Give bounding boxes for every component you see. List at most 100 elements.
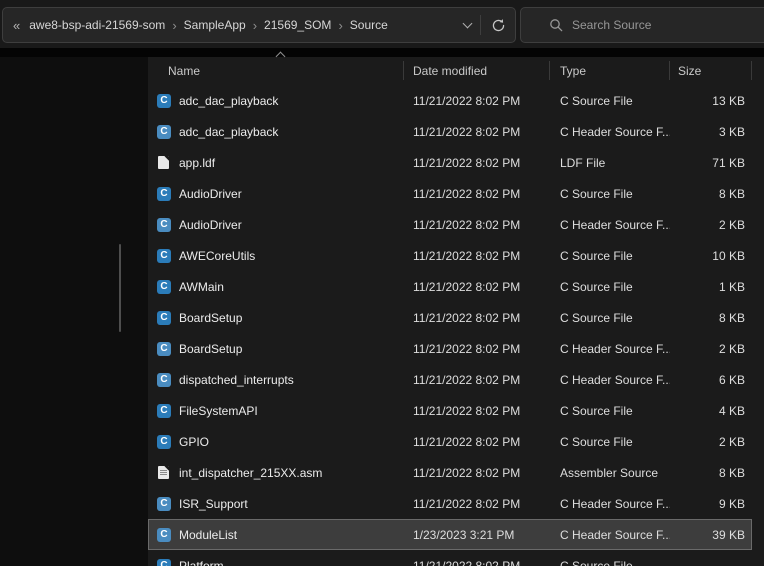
- file-size: 39 KB: [670, 528, 752, 542]
- file-date-modified: 11/21/2022 8:02 PM: [404, 187, 550, 201]
- file-row[interactable]: C adc_dac_playback 11/21/2022 8:02 PM C …: [148, 85, 752, 116]
- column-header-name[interactable]: Name: [148, 64, 404, 78]
- file-type: C Source File: [550, 280, 670, 294]
- file-name: Platform: [179, 559, 224, 566]
- file-name: dispatched_interrupts: [179, 373, 294, 387]
- file-row[interactable]: C BoardSetup 11/21/2022 8:02 PM C Source…: [148, 302, 752, 333]
- file-row[interactable]: C ISR_Support 11/21/2022 8:02 PM C Heade…: [148, 488, 752, 519]
- file-row[interactable]: C ModuleList 1/23/2023 3:21 PM C Header …: [148, 519, 752, 550]
- navigation-pane: [0, 57, 148, 566]
- file-size: 8 KB: [670, 466, 752, 480]
- breadcrumb-separator-icon[interactable]: ›: [336, 18, 344, 33]
- search-icon: [549, 18, 563, 32]
- column-header-type[interactable]: Type: [550, 64, 670, 78]
- file-date-modified: 11/21/2022 8:02 PM: [404, 218, 550, 232]
- file-name: BoardSetup: [179, 311, 242, 325]
- file-type: C Source File: [550, 249, 670, 263]
- file-row[interactable]: C dispatched_interrupts 11/21/2022 8:02 …: [148, 364, 752, 395]
- column-separator[interactable]: [669, 61, 670, 80]
- file-row[interactable]: C AudioDriver 11/21/2022 8:02 PM C Sourc…: [148, 178, 752, 209]
- breadcrumb-segment[interactable]: 21569_SOM: [259, 15, 336, 35]
- refresh-button[interactable]: [481, 18, 515, 33]
- file-row[interactable]: C Platform 11/21/2022 8:02 PM C Source F…: [148, 550, 752, 566]
- file-date-modified: 11/21/2022 8:02 PM: [404, 94, 550, 108]
- c-source-icon: C: [157, 404, 171, 418]
- file-row[interactable]: C BoardSetup 11/21/2022 8:02 PM C Header…: [148, 333, 752, 364]
- c-source-icon: C: [157, 559, 171, 566]
- file-name: AudioDriver: [179, 187, 242, 201]
- file-date-modified: 11/21/2022 8:02 PM: [404, 311, 550, 325]
- search-box[interactable]: [520, 7, 764, 43]
- navigation-bar: « awe8-bsp-adi-21569-som›SampleApp›21569…: [0, 0, 764, 48]
- file-row[interactable]: C GPIO 11/21/2022 8:02 PM C Source File …: [148, 426, 752, 457]
- file-date-modified: 11/21/2022 8:02 PM: [404, 559, 550, 566]
- c-header-icon: C: [157, 497, 171, 511]
- file-date-modified: 11/21/2022 8:02 PM: [404, 342, 550, 356]
- file-name: adc_dac_playback: [179, 125, 278, 139]
- file-size: 2 KB: [670, 342, 752, 356]
- column-headers: Name Date modified Type Size: [148, 57, 752, 84]
- file-size: 3 KB: [670, 125, 752, 139]
- file-name: GPIO: [179, 435, 209, 449]
- breadcrumb-segment[interactable]: awe8-bsp-adi-21569-som: [24, 15, 170, 35]
- file-size: 4 KB: [670, 404, 752, 418]
- file-explorer-window: « awe8-bsp-adi-21569-som›SampleApp›21569…: [0, 0, 764, 566]
- column-header-date-modified[interactable]: Date modified: [404, 64, 550, 78]
- c-source-icon: C: [157, 311, 171, 325]
- file-type: C Header Source F...: [550, 125, 670, 139]
- c-header-icon: C: [157, 373, 171, 387]
- file-name: AudioDriver: [179, 218, 242, 232]
- file-date-modified: 11/21/2022 8:02 PM: [404, 249, 550, 263]
- file-type: C Source File: [550, 435, 670, 449]
- file-size: 10 KB: [670, 249, 752, 263]
- file-size: 13 KB: [670, 94, 752, 108]
- file-date-modified: 11/21/2022 8:02 PM: [404, 156, 550, 170]
- file-name: ISR_Support: [179, 497, 248, 511]
- c-source-icon: C: [157, 187, 171, 201]
- file-name: app.ldf: [179, 156, 215, 170]
- file-date-modified: 1/23/2023 3:21 PM: [404, 528, 550, 542]
- column-separator[interactable]: [549, 61, 550, 80]
- file-type: C Header Source F...: [550, 342, 670, 356]
- file-row[interactable]: C FileSystemAPI 11/21/2022 8:02 PM C Sou…: [148, 395, 752, 426]
- file-name: adc_dac_playback: [179, 94, 278, 108]
- breadcrumb-separator-icon[interactable]: ›: [170, 18, 178, 33]
- file-size: 1 KB: [670, 280, 752, 294]
- column-separator[interactable]: [751, 61, 752, 80]
- file-row[interactable]: C AudioDriver 11/21/2022 8:02 PM C Heade…: [148, 209, 752, 240]
- breadcrumb-segment[interactable]: Source: [345, 15, 393, 35]
- breadcrumb-segment[interactable]: SampleApp: [179, 15, 251, 35]
- search-input[interactable]: [572, 18, 742, 32]
- file-type: LDF File: [550, 156, 670, 170]
- refresh-icon: [491, 18, 506, 33]
- file-row[interactable]: app.ldf 11/21/2022 8:02 PM LDF File 71 K…: [148, 147, 752, 178]
- file-size: 2 KB: [670, 218, 752, 232]
- column-header-size[interactable]: Size: [670, 64, 752, 78]
- file-row[interactable]: C AWECoreUtils 11/21/2022 8:02 PM C Sour…: [148, 240, 752, 271]
- c-source-icon: C: [157, 435, 171, 449]
- file-size: 8 KB: [670, 187, 752, 201]
- breadcrumb: awe8-bsp-adi-21569-som›SampleApp›21569_S…: [24, 15, 393, 35]
- c-header-icon: C: [157, 125, 171, 139]
- file-date-modified: 11/21/2022 8:02 PM: [404, 373, 550, 387]
- address-dropdown-button[interactable]: [454, 24, 480, 27]
- nav-pane-scrollbar[interactable]: [119, 244, 121, 332]
- file-name: int_dispatcher_215XX.asm: [179, 466, 322, 480]
- chevron-down-icon: [462, 18, 472, 28]
- file-row[interactable]: int_dispatcher_215XX.asm 11/21/2022 8:02…: [148, 457, 752, 488]
- file-size: 71 KB: [670, 156, 752, 170]
- c-source-icon: C: [157, 249, 171, 263]
- address-bar[interactable]: « awe8-bsp-adi-21569-som›SampleApp›21569…: [2, 7, 516, 43]
- breadcrumb-separator-icon[interactable]: ›: [251, 18, 259, 33]
- file-name: AWECoreUtils: [179, 249, 255, 263]
- file-name: FileSystemAPI: [179, 404, 258, 418]
- c-header-icon: C: [157, 342, 171, 356]
- file-row[interactable]: C AWMain 11/21/2022 8:02 PM C Source Fil…: [148, 271, 752, 302]
- breadcrumb-overflow-button[interactable]: «: [3, 18, 24, 33]
- file-row[interactable]: C adc_dac_playback 11/21/2022 8:02 PM C …: [148, 116, 752, 147]
- c-source-icon: C: [157, 94, 171, 108]
- column-separator[interactable]: [403, 61, 404, 80]
- file-size: 2 KB: [670, 435, 752, 449]
- file-list: Name Date modified Type Size C adc_dac_p…: [148, 57, 764, 566]
- document-icon: [158, 156, 169, 169]
